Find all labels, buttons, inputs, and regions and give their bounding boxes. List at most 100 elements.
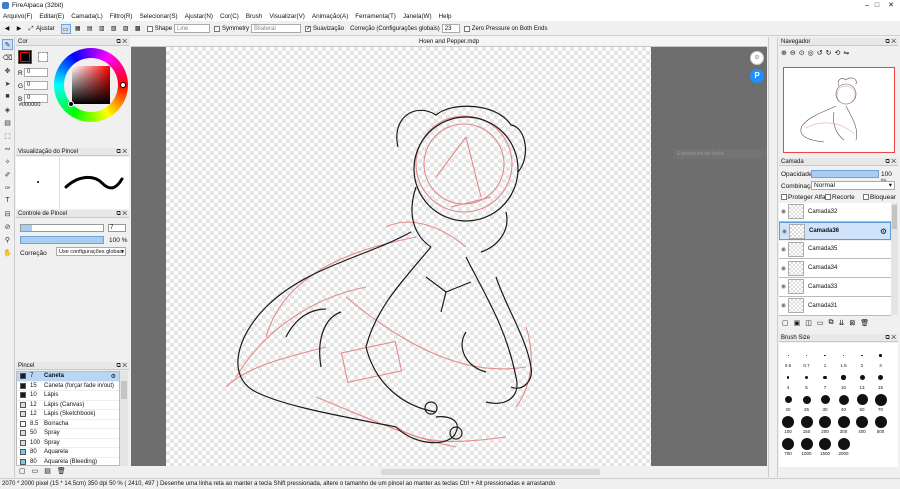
navigator-thumbnail[interactable]	[783, 67, 895, 153]
menu-arquivo[interactable]: Arquivo(F)	[3, 13, 32, 20]
sv-picker-handle[interactable]	[68, 101, 74, 107]
brush-size-option[interactable]: 20	[780, 393, 796, 412]
eye-icon[interactable]: ◉	[779, 302, 788, 309]
layer-row[interactable]: ◉ Camada32	[779, 203, 891, 222]
brush-size-slider[interactable]	[20, 224, 104, 232]
menu-ferramenta[interactable]: Ferramenta(T)	[355, 13, 396, 20]
delete-layer-icon[interactable]: 🗑	[860, 319, 869, 327]
brush-size-option[interactable]: 30	[817, 393, 833, 412]
brush-list-item[interactable]: 12 Lápis (Sketchbook)	[17, 410, 119, 420]
divide-tool-icon[interactable]: ⊟	[2, 208, 13, 219]
grid5-icon[interactable]: ▨	[121, 24, 131, 34]
clear-layer-icon[interactable]: ⊠	[849, 319, 855, 327]
symmetry-select[interactable]: Bilateral	[251, 24, 302, 33]
brush-size-option[interactable]: 7	[817, 371, 833, 390]
protect-alpha-checkbox[interactable]	[781, 194, 787, 200]
rotate-reset-icon[interactable]: ⟲	[834, 49, 840, 61]
brush-size-input[interactable]: 7	[108, 224, 126, 232]
eye-icon[interactable]: ◉	[779, 208, 788, 215]
symmetry-checkbox[interactable]	[214, 25, 221, 32]
gradient-tool-icon[interactable]: ▤	[2, 117, 13, 128]
layer-folder-icon[interactable]: ▭	[817, 319, 824, 327]
menu-filtro[interactable]: Filtro(R)	[110, 13, 133, 20]
rotate-left-icon[interactable]: ↺	[817, 49, 823, 61]
brush-size-option[interactable]: 300	[836, 415, 852, 434]
brush-size-option[interactable]: 15	[873, 371, 889, 390]
dot-tool-icon[interactable]: ⊘	[2, 221, 13, 232]
brush-size-option[interactable]: 50	[854, 393, 870, 412]
menu-animacao[interactable]: Animação(A)	[312, 13, 348, 20]
shape-checkbox[interactable]	[146, 25, 153, 32]
select-pen-tool-icon[interactable]: ✐	[2, 169, 13, 180]
menu-janela[interactable]: Janela(W)	[403, 13, 432, 20]
magic-wand-tool-icon[interactable]: ✧	[2, 156, 13, 167]
clipping-checkbox[interactable]	[825, 194, 831, 200]
menu-camada[interactable]: Camada(L)	[71, 13, 103, 20]
duplicate-layer-icon[interactable]: ⧉	[829, 319, 834, 327]
panel-buttons[interactable]: ⧉ ✕	[116, 148, 127, 156]
layer-opacity-slider[interactable]	[811, 170, 879, 178]
layer-row[interactable]: ◉ Camada36 ⚙	[779, 221, 891, 241]
brush-size-option[interactable]: 0.5	[780, 349, 796, 368]
menu-brush[interactable]: Brush	[246, 13, 262, 20]
brush-size-option[interactable]: 1.5	[836, 349, 852, 368]
canvas-paper[interactable]	[166, 47, 651, 466]
new-layer-icon[interactable]: ▢	[782, 319, 789, 327]
brush-size-option[interactable]: 3	[873, 349, 889, 368]
brush-size-option[interactable]: 4	[780, 371, 796, 390]
saturation-value-square[interactable]	[72, 66, 110, 104]
brush-size-option[interactable]: 5	[799, 371, 815, 390]
brush-size-option[interactable]: 2	[854, 349, 870, 368]
correction-select[interactable]: 23	[441, 24, 460, 33]
smoothing-checkbox[interactable]	[305, 25, 312, 32]
select-eraser-tool-icon[interactable]: ✑	[2, 182, 13, 193]
rotate-right-icon[interactable]: ↻	[826, 49, 832, 61]
grid3-icon[interactable]: ▥	[97, 24, 107, 34]
layer-row[interactable]: ◉ Camada31	[779, 297, 891, 316]
layer-row[interactable]: ◉ Camada35	[779, 240, 891, 260]
menu-editar[interactable]: Editar(E)	[39, 13, 64, 20]
zoom-fit-icon[interactable]: ⊙	[799, 49, 805, 61]
g-input[interactable]: 0	[24, 81, 48, 90]
panel-buttons[interactable]: ⧉ ✕	[116, 38, 127, 46]
brush-opacity-slider[interactable]	[20, 236, 104, 244]
new-brush-icon[interactable]: ▢	[19, 467, 26, 475]
floating-line-thickness-panel[interactable]: Espessura de linha	[673, 149, 767, 159]
new-8bit-layer-icon[interactable]: ▣	[794, 319, 801, 327]
zoom-in-icon[interactable]: ⊕	[781, 49, 787, 61]
brush-size-option[interactable]: 150	[799, 415, 815, 434]
fill-rect-tool-icon[interactable]: ■	[2, 91, 13, 102]
adjust-icon[interactable]: ⤢	[26, 24, 36, 34]
brush-size-option[interactable]: 10	[836, 371, 852, 390]
panel-buttons[interactable]: ⧉ ✕	[885, 158, 896, 166]
marquee-tool-icon[interactable]: ⬚	[2, 130, 13, 141]
select-tool-icon[interactable]: ➤	[2, 78, 13, 89]
grid4-icon[interactable]: ▧	[109, 24, 119, 34]
menu-help[interactable]: Help	[439, 13, 452, 20]
grid6-icon[interactable]: ▩	[133, 24, 143, 34]
brush-size-option[interactable]: 700	[780, 437, 796, 456]
eraser-tool-icon[interactable]: ⌫	[2, 52, 13, 63]
brush-list-item[interactable]: 15 Caneta (forçar fade in/out)	[17, 381, 119, 391]
adjust-label[interactable]: Ajustar	[36, 26, 55, 32]
layer-row[interactable]: ◉ Camada33	[779, 278, 891, 297]
brush-list-item[interactable]: 12 Lápis (Canvas)	[17, 400, 119, 410]
panel-buttons[interactable]: ⧉ ✕	[885, 38, 896, 46]
eye-icon[interactable]: ◉	[780, 228, 789, 235]
merge-layer-icon[interactable]: ⇊	[839, 319, 845, 327]
zoom-out-icon[interactable]: ⊖	[790, 49, 796, 61]
avatar-icon[interactable]: ☺	[750, 51, 764, 65]
bucket-tool-icon[interactable]: ◈	[2, 104, 13, 115]
close-button[interactable]: ✕	[880, 0, 900, 11]
new-1bit-layer-icon[interactable]: ◫	[805, 319, 812, 327]
grid2-icon[interactable]: ▤	[85, 24, 95, 34]
brush-list-item[interactable]: 7 Caneta ⚙	[17, 372, 119, 382]
brush-tool-icon[interactable]: ✎	[2, 39, 13, 50]
brush-size-option[interactable]: 40	[836, 393, 852, 412]
grid-icon[interactable]: ▦	[73, 24, 83, 34]
menu-ajustar[interactable]: Ajustar(N)	[185, 13, 213, 20]
layer-row[interactable]: ◉ Camada34	[779, 259, 891, 278]
brush-correction-select[interactable]: Use configurações globais ▾	[56, 247, 126, 256]
prev-icon[interactable]: ◀	[2, 24, 12, 34]
panel-buttons[interactable]: ⧉ ✕	[116, 210, 127, 218]
